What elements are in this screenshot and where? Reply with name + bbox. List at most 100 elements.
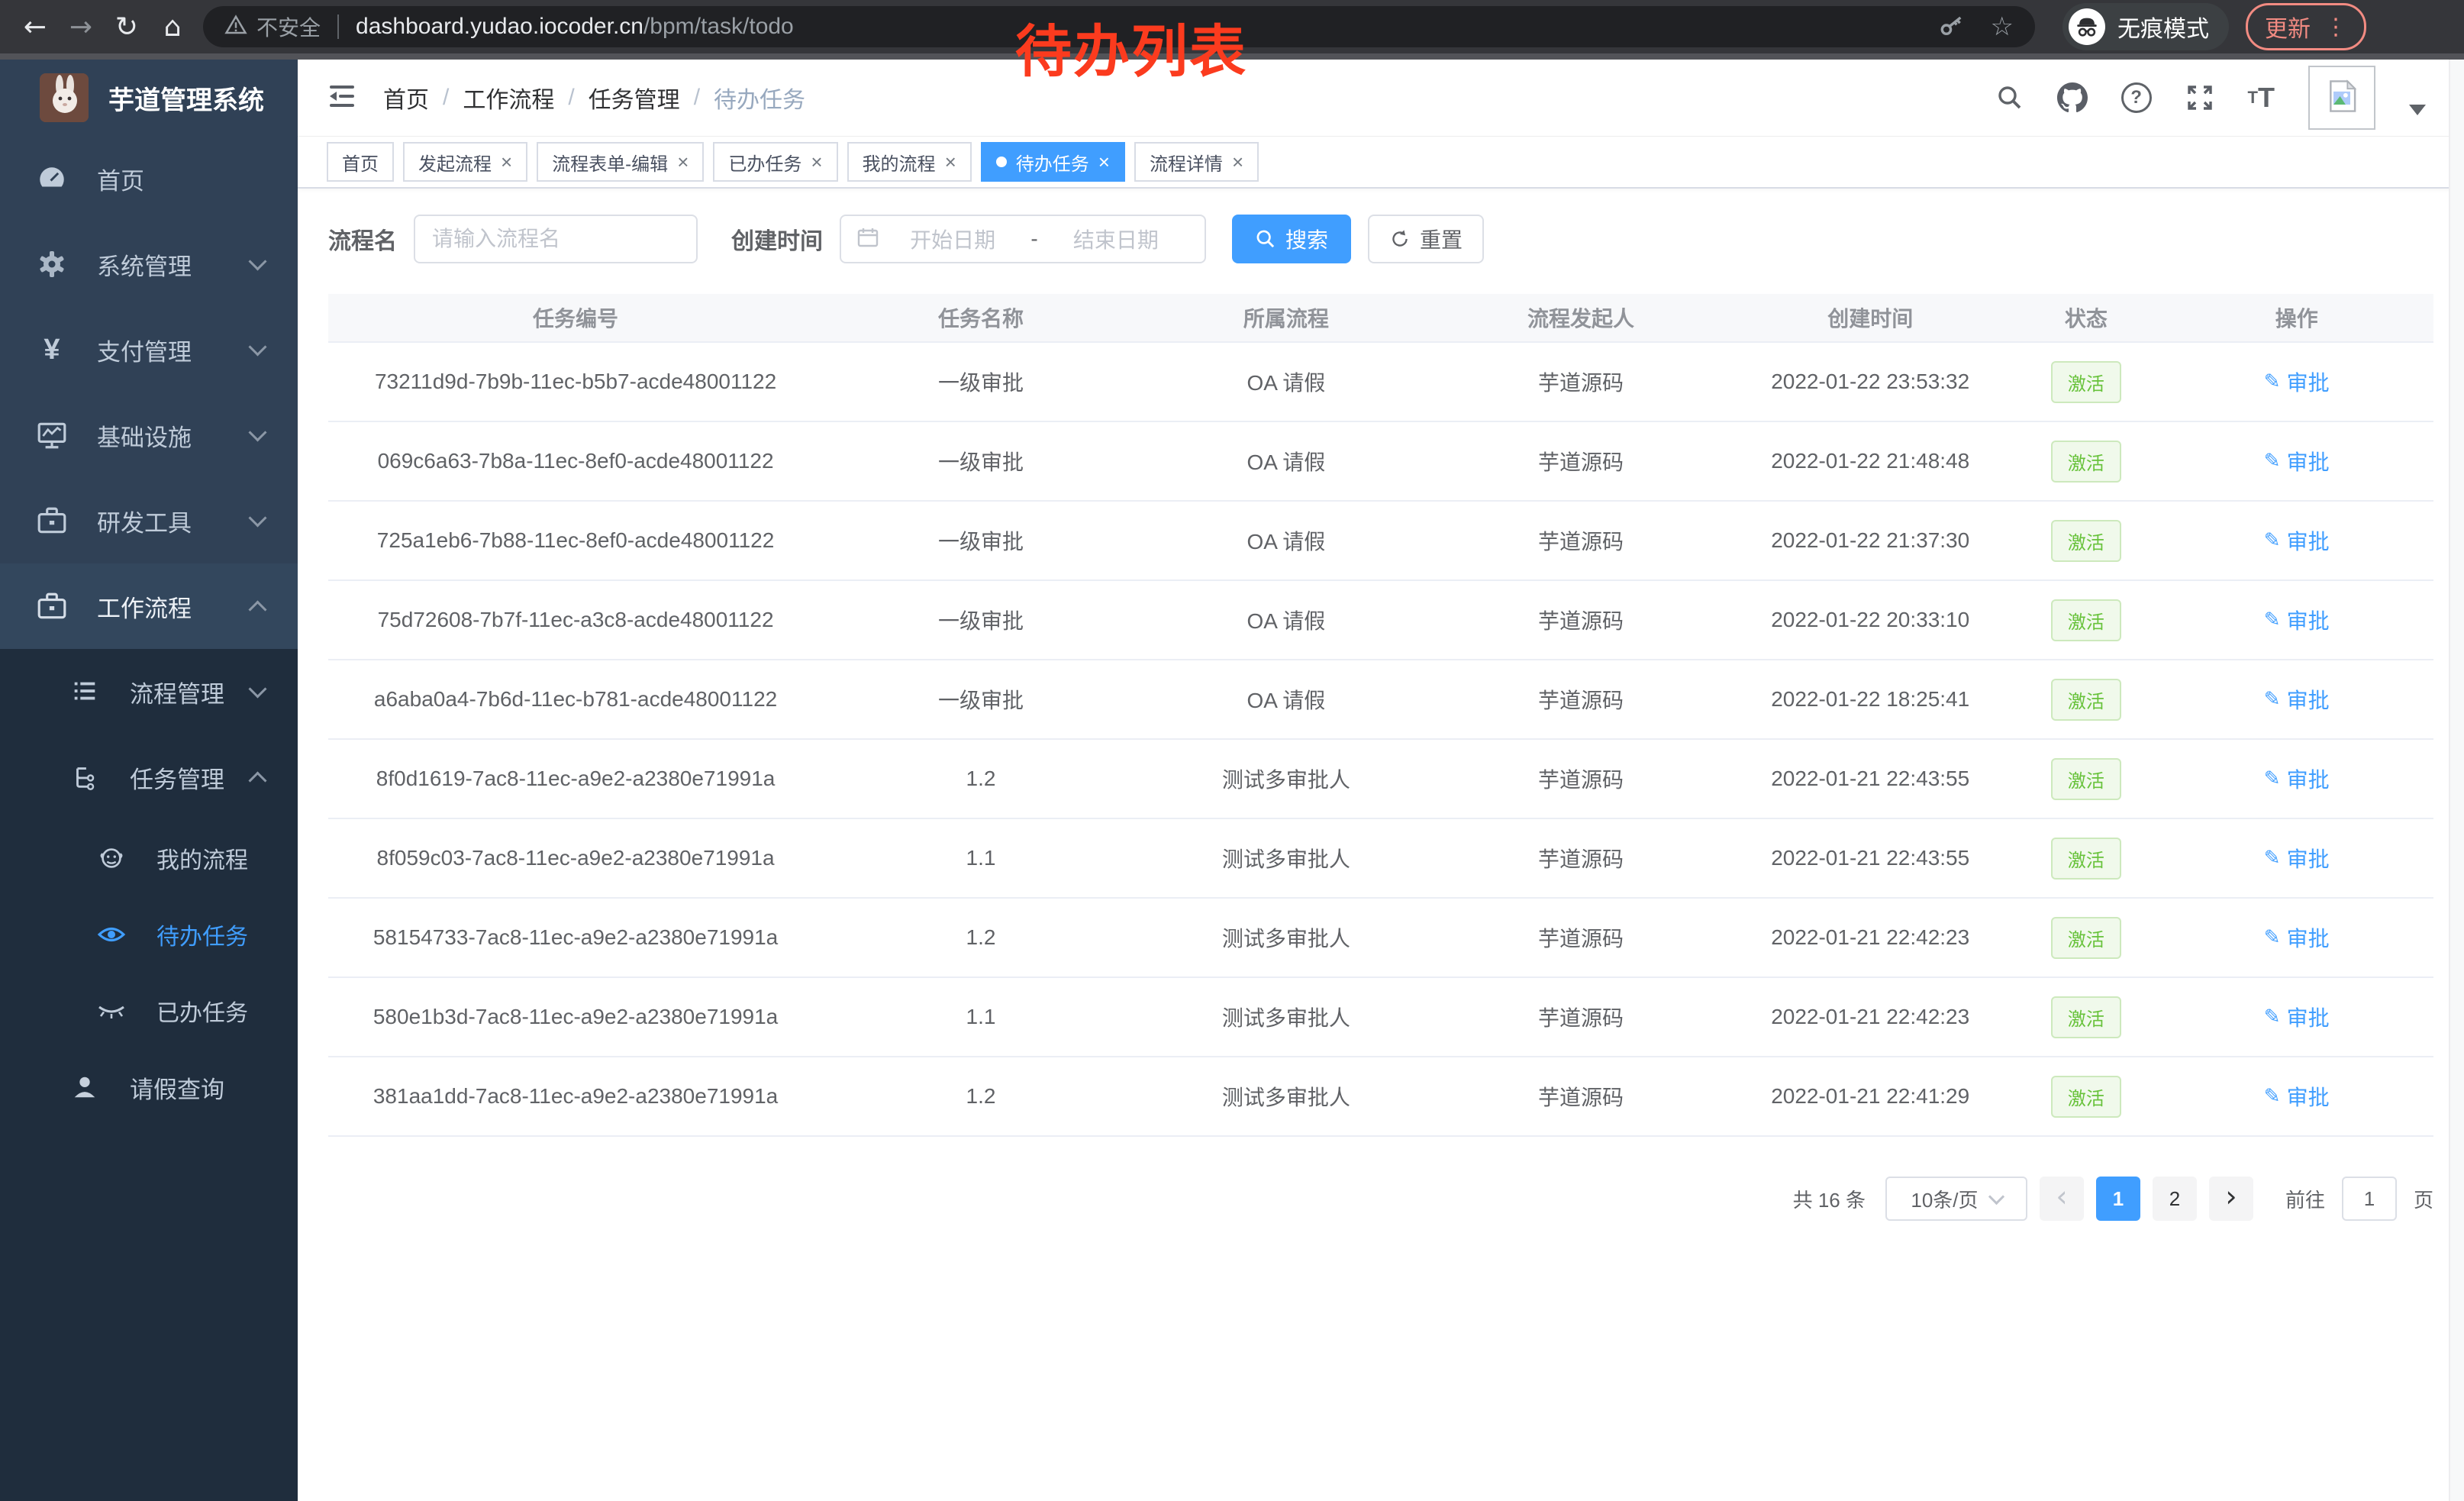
chevron-down-icon <box>248 679 266 698</box>
breadcrumb-home[interactable]: 首页 <box>383 81 429 115</box>
scrollbar-track[interactable] <box>2449 60 2464 1501</box>
page-1-button[interactable]: 1 <box>2096 1177 2140 1221</box>
approve-link[interactable]: ✎审批 <box>2264 605 2330 635</box>
table-row: 75d72608-7b7f-11ec-a3c8-acde48001122一级审批… <box>328 580 2433 660</box>
gear-icon <box>34 249 69 279</box>
sidebar: 芋道管理系统 首页 系统管理 ¥ 支付管理 基础设施 <box>0 60 298 1501</box>
close-icon[interactable]: × <box>811 150 822 174</box>
page-size-select[interactable]: 10条/页 <box>1885 1177 2027 1221</box>
table-row: 069c6a63-7b8a-11ec-8ef0-acde48001122一级审批… <box>328 421 2433 501</box>
bookmark-star-icon[interactable]: ☆ <box>1991 11 2014 42</box>
browser-update-button[interactable]: 更新 ⋮ <box>2246 3 2366 50</box>
breadcrumb-workflow[interactable]: 工作流程 <box>463 81 554 115</box>
approve-link[interactable]: ✎审批 <box>2264 1002 2330 1032</box>
tab-my-process[interactable]: 我的流程× <box>847 142 972 182</box>
sidebar-item-todo-tasks[interactable]: 待办任务 <box>0 896 298 973</box>
help-icon[interactable]: ? <box>2121 82 2152 113</box>
reload-icon[interactable]: ↻ <box>104 11 150 43</box>
sidebar-item-leave-query[interactable]: 请假查询 <box>0 1049 298 1125</box>
sidebar-toggle-icon[interactable] <box>327 83 357 113</box>
browser-menu-dots-icon[interactable]: ⋮ <box>2324 14 2347 40</box>
page-2-button[interactable]: 2 <box>2153 1177 2197 1221</box>
tab-home[interactable]: 首页 <box>327 142 394 182</box>
table-row: 8f059c03-7ac8-11ec-a9e2-a2380e71991a1.1测… <box>328 818 2433 898</box>
sidebar-item-infra[interactable]: 基础设施 <box>0 392 298 478</box>
forward-icon[interactable]: → <box>58 11 104 43</box>
url-path: /bpm/task/todo <box>643 14 794 40</box>
start-date-placeholder[interactable]: 开始日期 <box>879 224 1026 254</box>
security-label[interactable]: 不安全 <box>256 11 321 42</box>
sidebar-item-system[interactable]: 系统管理 <box>0 221 298 307</box>
status-badge: 激活 <box>2051 758 2121 800</box>
yen-icon: ¥ <box>34 334 69 366</box>
close-icon[interactable]: × <box>1098 150 1110 174</box>
approve-link[interactable]: ✎审批 <box>2264 1081 2330 1112</box>
close-icon[interactable]: × <box>677 150 689 174</box>
process-name-input[interactable] <box>414 215 698 263</box>
monitor-icon <box>34 419 69 451</box>
search-icon[interactable] <box>1996 84 2024 111</box>
tree-branch-icon <box>67 763 102 792</box>
github-icon[interactable] <box>2057 82 2088 113</box>
app-header: 首页 / 工作流程 / 任务管理 / 待办任务 ? TT <box>298 60 2464 137</box>
approve-link[interactable]: ✎审批 <box>2264 525 2330 556</box>
sidebar-item-my-process[interactable]: 我的流程 <box>0 820 298 896</box>
date-range-picker[interactable]: 开始日期 - 结束日期 <box>840 215 1206 263</box>
edit-icon: ✎ <box>2264 847 2281 870</box>
next-page-button[interactable]: › <box>2209 1177 2253 1221</box>
edit-icon: ✎ <box>2264 688 2281 711</box>
url-divider <box>337 15 339 39</box>
avatar-caret-icon[interactable] <box>2409 105 2426 115</box>
col-starter: 流程发起人 <box>1434 294 1728 342</box>
close-icon[interactable]: × <box>501 150 512 174</box>
sidebar-item-process-mgmt[interactable]: 流程管理 <box>0 649 298 734</box>
approve-link[interactable]: ✎审批 <box>2264 684 2330 715</box>
sidebar-item-payment[interactable]: ¥ 支付管理 <box>0 307 298 392</box>
edit-icon: ✎ <box>2264 529 2281 552</box>
goto-page-input[interactable] <box>2345 1186 2394 1212</box>
col-actions: 操作 <box>2159 294 2433 342</box>
back-icon[interactable]: ← <box>12 11 58 43</box>
sidebar-item-devtools[interactable]: 研发工具 <box>0 478 298 563</box>
approve-link[interactable]: ✎审批 <box>2264 446 2330 476</box>
search-button[interactable]: 搜索 <box>1232 215 1351 263</box>
tab-todo-tasks[interactable]: 待办任务× <box>981 142 1125 182</box>
end-date-placeholder[interactable]: 结束日期 <box>1043 224 1189 254</box>
fullscreen-icon[interactable] <box>2185 83 2214 112</box>
status-badge: 激活 <box>2051 599 2121 641</box>
key-icon[interactable] <box>1939 12 1965 42</box>
goto-unit: 页 <box>2414 1185 2433 1213</box>
incognito-badge: 无痕模式 <box>2062 3 2229 50</box>
sidebar-item-home[interactable]: 首页 <box>0 136 298 221</box>
app-title: 芋道管理系统 <box>108 79 264 117</box>
toolbox-icon <box>34 505 69 537</box>
tab-process-detail[interactable]: 流程详情× <box>1134 142 1259 182</box>
avatar[interactable] <box>2308 66 2375 130</box>
breadcrumb-current: 待办任务 <box>714 81 805 115</box>
tab-start-process[interactable]: 发起流程× <box>403 142 527 182</box>
eye-closed-icon <box>94 996 129 1026</box>
font-size-icon[interactable]: TT <box>2248 82 2275 114</box>
close-icon[interactable]: × <box>1232 150 1243 174</box>
edit-icon: ✎ <box>2264 1006 2281 1028</box>
chevron-down-icon <box>1988 1188 2004 1204</box>
sidebar-item-workflow[interactable]: 工作流程 <box>0 563 298 649</box>
reset-button[interactable]: 重置 <box>1368 215 1484 263</box>
approve-link[interactable]: ✎审批 <box>2264 366 2330 397</box>
tab-done-tasks[interactable]: 已办任务× <box>713 142 837 182</box>
app-logo[interactable]: 芋道管理系统 <box>0 60 298 136</box>
home-icon[interactable]: ⌂ <box>150 11 195 43</box>
goto-label: 前往 <box>2285 1185 2325 1213</box>
sidebar-item-done-tasks[interactable]: 已办任务 <box>0 973 298 1049</box>
close-icon[interactable]: × <box>945 150 956 174</box>
sidebar-item-task-mgmt[interactable]: 任务管理 <box>0 734 298 820</box>
approve-link[interactable]: ✎审批 <box>2264 763 2330 794</box>
prev-page-button[interactable]: ‹ <box>2040 1177 2084 1221</box>
status-badge: 激活 <box>2051 679 2121 721</box>
breadcrumb-task-mgmt[interactable]: 任务管理 <box>589 81 680 115</box>
table-row: 58154733-7ac8-11ec-a9e2-a2380e71991a1.2测… <box>328 898 2433 977</box>
table-row: 725a1eb6-7b88-11ec-8ef0-acde48001122一级审批… <box>328 501 2433 580</box>
approve-link[interactable]: ✎审批 <box>2264 843 2330 873</box>
tab-form-edit[interactable]: 流程表单-编辑× <box>537 142 704 182</box>
approve-link[interactable]: ✎审批 <box>2264 922 2330 953</box>
